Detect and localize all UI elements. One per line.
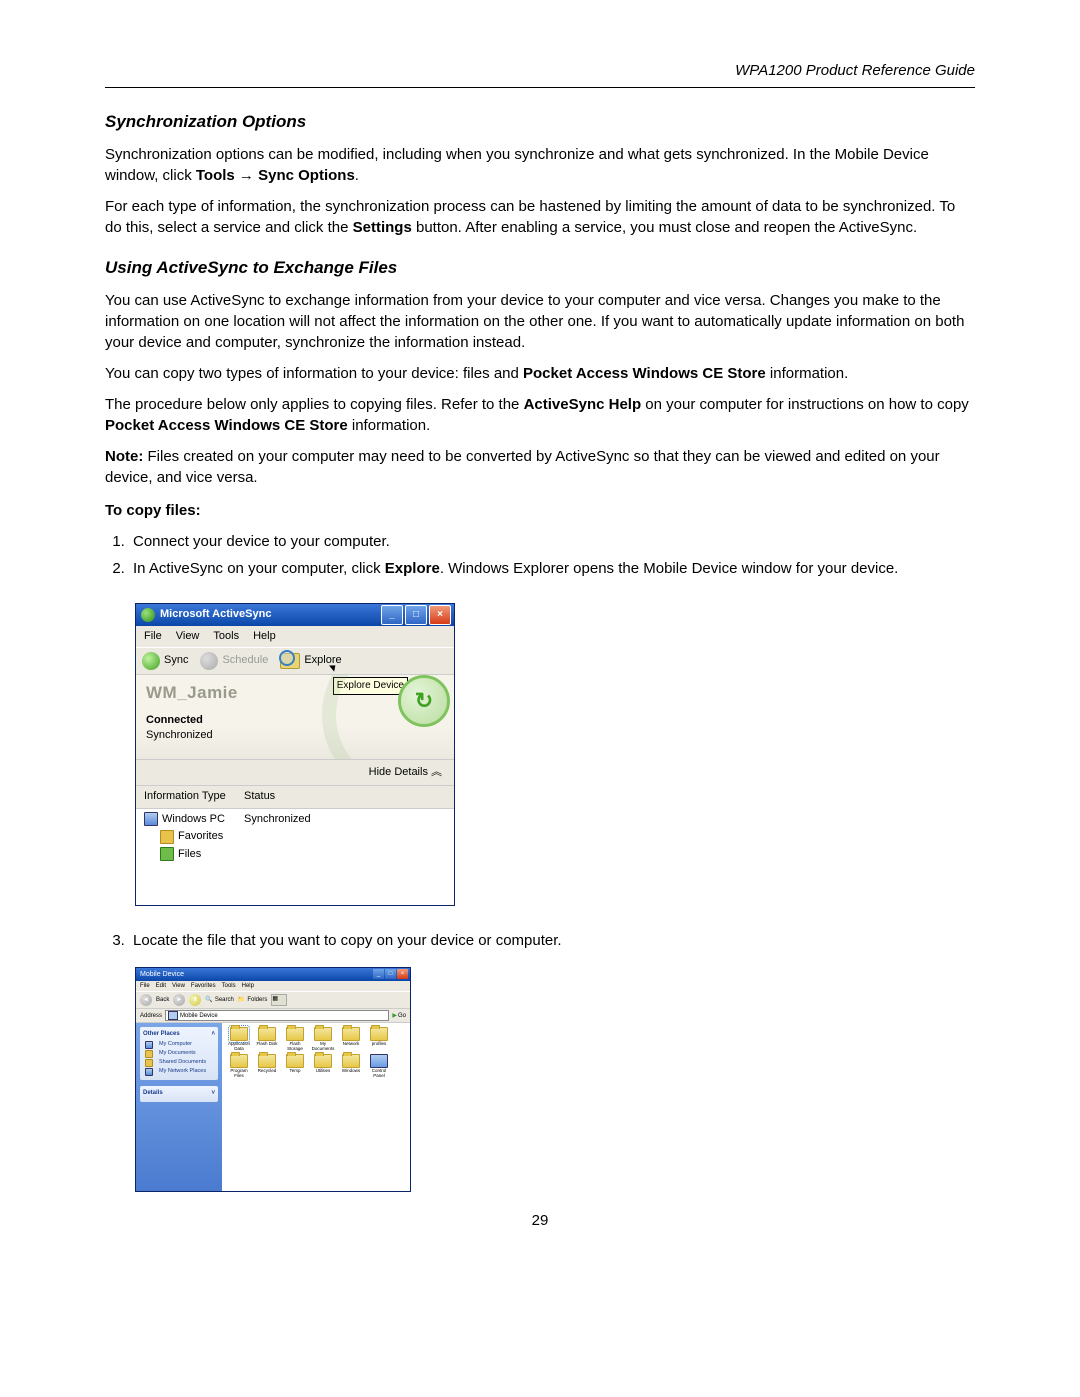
sync-icon [142, 652, 160, 670]
activesync-titlebar[interactable]: Microsoft ActiveSync _ □ × [136, 604, 454, 626]
folder-item[interactable]: Recycled [254, 1054, 280, 1079]
details-panel: Details ˅ [140, 1086, 218, 1102]
maximize-button[interactable]: □ [405, 605, 427, 625]
activesync-toolbar: Sync Schedule Explore [136, 647, 454, 675]
folder-item[interactable]: Program Files [226, 1054, 252, 1079]
folder-item[interactable]: Flash Storage [282, 1027, 308, 1052]
other-places-shared-documents[interactable]: Shared Documents [145, 1059, 215, 1067]
pc-icon [144, 812, 158, 826]
close-button[interactable]: × [429, 605, 451, 625]
search-button[interactable]: 🔍Search [205, 996, 234, 1004]
folder-item[interactable]: My Documents [310, 1027, 336, 1052]
explore-icon [280, 653, 300, 669]
activesync-grid: Information Type Status Windows PC Synch… [136, 785, 454, 905]
details-heading[interactable]: Details [143, 1089, 163, 1097]
explorer-menubar: File Edit View Favorites Tools Help [136, 981, 410, 991]
activesync-title: Microsoft ActiveSync [160, 607, 379, 622]
para-sync-options-1: Synchronization options can be modified,… [105, 144, 975, 186]
para-exchange-1: You can use ActiveSync to exchange infor… [105, 290, 975, 353]
ex-menu-tools[interactable]: Tools [222, 982, 236, 990]
ex-menu-favorites[interactable]: Favorites [191, 982, 216, 990]
grid-row-pc[interactable]: Windows PC Synchronized [144, 811, 446, 828]
section-heading-exchange-files: Using ActiveSync to Exchange Files [105, 256, 975, 280]
activesync-body: WM_Jamie Explore Device Connected Synchr… [136, 675, 454, 759]
folder-item[interactable]: Temp [282, 1054, 308, 1079]
explorer-addressbar: Address Mobile Device ▶Go [136, 1009, 410, 1023]
ex-menu-view[interactable]: View [172, 982, 185, 990]
back-button[interactable]: ◄ [140, 994, 152, 1006]
schedule-icon [200, 652, 218, 670]
folder-item[interactable]: profiles [366, 1027, 392, 1052]
chevron-down-icon[interactable]: ˅ [211, 1089, 215, 1097]
menu-tools[interactable]: Tools [213, 629, 239, 644]
views-button[interactable]: ▦ [271, 994, 287, 1006]
para-exchange-3: The procedure below only applies to copy… [105, 394, 975, 436]
address-label: Address [140, 1012, 162, 1020]
activesync-window: Microsoft ActiveSync _ □ × File View Too… [135, 603, 455, 906]
menu-help[interactable]: Help [253, 629, 276, 644]
ex-menu-help[interactable]: Help [242, 982, 254, 990]
activesync-menubar: File View Tools Help [136, 626, 454, 647]
explorer-toolbar: ◄ Back ► ⬆ 🔍Search 📁Folders ▦ [136, 991, 410, 1009]
page-number: 29 [105, 1210, 975, 1231]
explorer-title: Mobile Device [140, 970, 372, 980]
go-button[interactable]: ▶Go [392, 1012, 406, 1020]
folder-item[interactable]: Windows [338, 1054, 364, 1079]
hide-details-toggle[interactable]: Hide Details ︽ [136, 759, 454, 785]
folder-item[interactable]: Utilities [310, 1054, 336, 1079]
step-2: In ActiveSync on your computer, click Ex… [129, 558, 975, 579]
explorer-content[interactable]: Application Data Flash Disk Flash Storag… [222, 1023, 410, 1191]
ex-menu-file[interactable]: File [140, 982, 150, 990]
minimize-button[interactable]: _ [381, 605, 403, 625]
menu-view[interactable]: View [176, 629, 200, 644]
mobile-device-icon [168, 1011, 178, 1020]
chevron-up-icon: ︽ [431, 766, 442, 778]
explorer-titlebar[interactable]: Mobile Device _ □ × [136, 968, 410, 981]
to-copy-files-heading: To copy files: [105, 500, 975, 521]
para-sync-options-2: For each type of information, the synchr… [105, 196, 975, 238]
other-places-my-documents[interactable]: My Documents [145, 1050, 215, 1058]
menu-file[interactable]: File [144, 629, 162, 644]
folder-item[interactable]: Network [338, 1027, 364, 1052]
para-exchange-2: You can copy two types of information to… [105, 363, 975, 384]
section-heading-sync-options: Synchronization Options [105, 110, 975, 134]
activesync-app-icon [141, 608, 155, 622]
back-label: Back [156, 996, 169, 1004]
grid-header-info[interactable]: Information Type [144, 789, 244, 804]
explorer-window: Mobile Device _ □ × File Edit View Favor… [135, 967, 411, 1192]
other-places-panel: Other Places ˄ My Computer My Documents … [140, 1027, 218, 1079]
folder-item[interactable]: Flash Disk [254, 1027, 280, 1052]
up-button[interactable]: ⬆ [189, 994, 201, 1006]
header-guide-title: WPA1200 Product Reference Guide [105, 60, 975, 88]
bg-decoration [322, 675, 454, 759]
folder-icon [160, 830, 174, 844]
address-input[interactable]: Mobile Device [165, 1010, 389, 1021]
grid-header-status[interactable]: Status [244, 789, 275, 804]
step-1: Connect your device to your computer. [129, 531, 975, 552]
chevron-up-icon[interactable]: ˄ [211, 1030, 215, 1038]
ex-minimize-button[interactable]: _ [373, 969, 384, 979]
other-places-my-computer[interactable]: My Computer [145, 1041, 215, 1049]
forward-button[interactable]: ► [173, 994, 185, 1006]
ex-menu-edit[interactable]: Edit [156, 982, 166, 990]
other-places-heading[interactable]: Other Places [143, 1030, 180, 1038]
para-note: Note: Files created on your computer may… [105, 446, 975, 488]
schedule-button: Schedule [200, 652, 268, 670]
step-3: Locate the file that you want to copy on… [129, 930, 975, 951]
control-panel-item[interactable]: Control Panel [366, 1054, 392, 1079]
explorer-tasks-pane: Other Places ˄ My Computer My Documents … [136, 1023, 222, 1191]
folder-item[interactable]: Application Data [226, 1027, 252, 1052]
grid-row-favorites[interactable]: Favorites [160, 828, 446, 845]
ex-close-button[interactable]: × [397, 969, 408, 979]
folders-button[interactable]: 📁Folders [238, 996, 268, 1004]
other-places-network-places[interactable]: My Network Places [145, 1068, 215, 1076]
files-icon [160, 847, 174, 861]
sync-button[interactable]: Sync [142, 652, 188, 670]
ex-maximize-button[interactable]: □ [385, 969, 396, 979]
grid-row-files[interactable]: Files [160, 846, 446, 863]
explore-button[interactable]: Explore [280, 653, 341, 669]
